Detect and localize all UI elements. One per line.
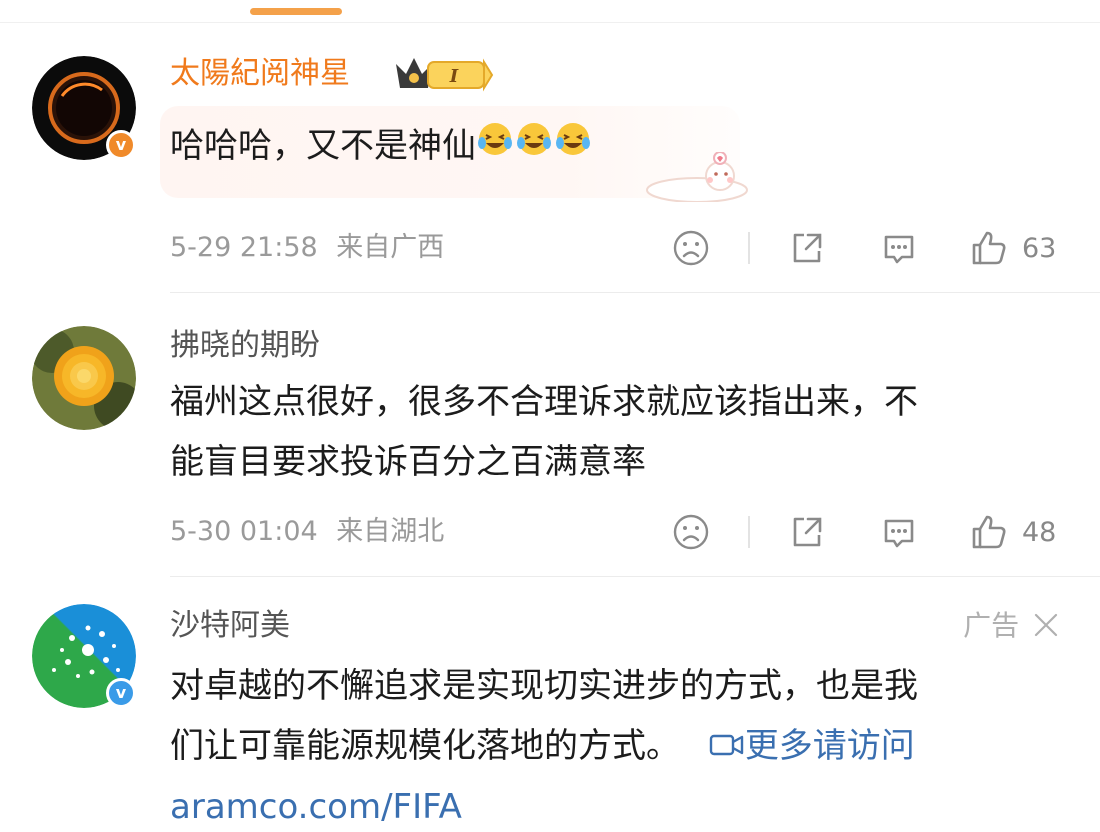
tab-active-indicator	[250, 8, 342, 15]
sad-face-icon	[673, 514, 709, 550]
verified-v-icon: v	[106, 678, 136, 708]
avatar[interactable]	[32, 326, 136, 430]
like-count: 48	[1022, 516, 1057, 548]
svg-text:I: I	[449, 66, 459, 87]
member-crown-icon: I	[396, 58, 494, 92]
share-button[interactable]	[788, 228, 826, 268]
comment-actions: 48	[0, 512, 1100, 552]
comment-button[interactable]	[880, 228, 918, 268]
avatar[interactable]: v	[32, 56, 136, 160]
thumbs-up-icon	[972, 231, 1006, 265]
verified-v-icon: v	[106, 130, 136, 160]
like-button[interactable]: 63	[970, 228, 1056, 268]
avatar[interactable]: v	[32, 604, 136, 708]
username[interactable]: 沙特阿美	[170, 606, 290, 646]
username[interactable]: 太陽紀阅神星	[170, 54, 350, 94]
comment-icon	[884, 519, 914, 548]
visit-more-link[interactable]: 更多请访问	[709, 726, 915, 766]
comment-text: 福州这点很好，很多不合理诉求就应该指出来，不 能盲目要求投诉百分之百满意率	[170, 382, 918, 482]
comment-icon	[884, 235, 914, 264]
sad-face-button[interactable]	[672, 512, 710, 552]
ad-label[interactable]: 广告	[963, 606, 1060, 646]
share-icon	[793, 517, 822, 547]
sad-face-button[interactable]	[672, 228, 710, 268]
like-count: 63	[1022, 232, 1057, 264]
comment-text: 哈哈哈，又不是神仙	[170, 116, 1075, 178]
comment-divider	[170, 292, 1100, 293]
close-icon[interactable]	[1032, 611, 1060, 639]
username[interactable]: 拂晓的期盼	[170, 326, 320, 366]
sad-face-icon	[673, 230, 709, 266]
comment-divider	[170, 576, 1100, 577]
share-icon	[793, 233, 822, 263]
action-separator	[748, 516, 750, 548]
like-button[interactable]: 48	[970, 512, 1056, 552]
comment-button[interactable]	[880, 512, 918, 552]
header-divider	[0, 22, 1100, 23]
share-button[interactable]	[788, 512, 826, 552]
action-separator	[748, 232, 750, 264]
video-icon	[709, 734, 744, 756]
thumbs-up-icon	[972, 515, 1006, 549]
ad-text: 对卓越的不懈追求是实现切实进步的方式，也是我 们让可靠能源规模化落地的方式。 更…	[170, 666, 918, 766]
comment-actions: 63	[0, 228, 1100, 268]
emoji-laughing-crying-icon	[476, 118, 592, 178]
